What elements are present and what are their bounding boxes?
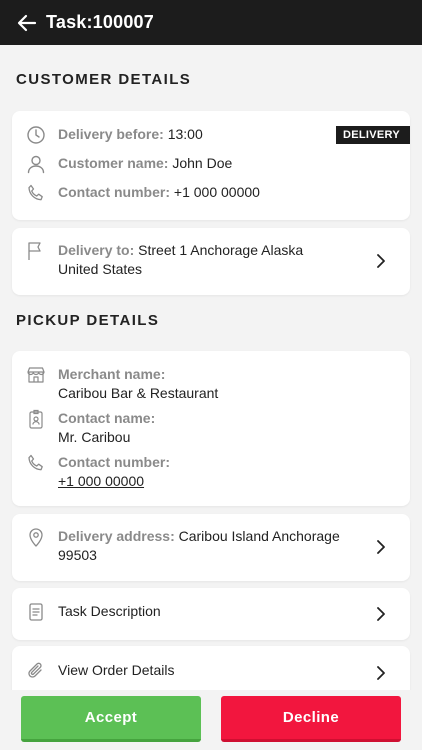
pickup-info-card: Merchant name: Caribou Bar & Restaurant C… <box>12 351 410 506</box>
delivery-to-row: Delivery to: Street 1 Anchorage Alaska Un… <box>26 241 350 279</box>
contact-number-value[interactable]: +1 000 00000 <box>174 184 260 200</box>
delivery-address-row: Delivery address: Caribou Island Anchora… <box>26 527 350 565</box>
back-arrow-icon[interactable] <box>14 10 40 36</box>
task-description-row: Task Description <box>26 602 396 622</box>
page-title: Task:100007 <box>46 12 154 32</box>
person-icon <box>26 154 46 174</box>
merchant-row: Merchant name: Caribou Bar & Restaurant <box>26 365 396 403</box>
chevron-right-icon <box>374 607 388 621</box>
contact-name-label: Contact name: <box>58 410 156 426</box>
location-pin-icon <box>26 527 46 547</box>
delivery-to-label: Delivery to: <box>58 242 135 258</box>
customer-section-title: CUSTOMER DETAILS <box>16 71 192 88</box>
task-description-label: Task Description <box>58 603 161 619</box>
delivery-to-line1: Street 1 Anchorage Alaska <box>138 242 304 258</box>
customer-name-label: Customer name: <box>58 155 169 171</box>
delivery-address-line1: Caribou Island Anchorage <box>178 528 340 544</box>
delivery-to-line2: United States <box>58 261 143 277</box>
merchant-name-value: Caribou Bar & Restaurant <box>58 385 219 401</box>
decline-button[interactable]: Decline <box>221 696 401 742</box>
view-order-details-label: View Order Details <box>58 662 175 678</box>
delivery-address-card[interactable]: Delivery address: Caribou Island Anchora… <box>12 514 410 581</box>
chevron-right-icon <box>374 540 388 554</box>
paperclip-icon <box>26 661 46 681</box>
accept-button[interactable]: Accept <box>21 696 201 742</box>
flag-icon <box>26 241 46 261</box>
clock-icon <box>26 125 46 145</box>
pickup-contact-number-link[interactable]: +1 000 00000 <box>58 473 144 489</box>
customer-name-value: John Doe <box>172 155 233 171</box>
id-badge-icon <box>26 409 46 429</box>
pickup-section-title: PICKUP DETAILS <box>16 312 160 329</box>
delivery-before-label: Delivery before: <box>58 126 164 142</box>
customer-name-row: Customer name: John Doe <box>26 154 396 174</box>
chevron-right-icon <box>374 666 388 680</box>
pickup-contact-number-row: Contact number: +1 000 00000 <box>26 453 396 491</box>
delivery-before-value: 13:00 <box>167 126 203 142</box>
delivery-to-card[interactable]: Delivery to: Street 1 Anchorage Alaska Un… <box>12 228 410 295</box>
delivery-before-row: Delivery before: 13:00 <box>26 125 396 145</box>
customer-info-card: DELIVERY Delivery before: 13:00 Customer… <box>12 111 410 220</box>
phone-icon <box>26 453 46 473</box>
pickup-contact-number-label: Contact number: <box>58 454 170 470</box>
view-order-details-row: View Order Details <box>26 661 396 681</box>
chevron-right-icon <box>374 254 388 268</box>
delivery-address-line2: 99503 <box>58 547 97 563</box>
merchant-name-label: Merchant name: <box>58 366 166 382</box>
document-icon <box>26 602 46 622</box>
contact-name-row: Contact name: Mr. Caribou <box>26 409 396 447</box>
action-bar: Accept Decline <box>0 690 422 750</box>
contact-name-value: Mr. Caribou <box>58 429 131 445</box>
contact-number-label: Contact number: <box>58 184 170 200</box>
phone-icon <box>26 183 46 203</box>
store-icon <box>26 365 46 385</box>
delivery-address-label: Delivery address: <box>58 528 175 544</box>
contact-number-row: Contact number: +1 000 00000 <box>26 183 396 203</box>
task-description-card[interactable]: Task Description <box>12 588 410 640</box>
app-bar: Task:100007 <box>0 0 422 45</box>
